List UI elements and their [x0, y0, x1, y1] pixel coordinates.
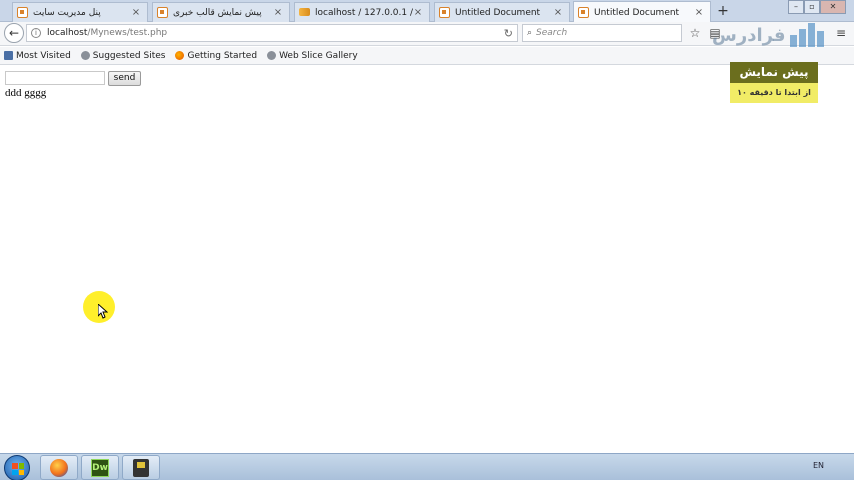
search-icon: ⌕ [527, 28, 533, 38]
tab-untitled-document[interactable]: Untitled Document × [434, 2, 570, 22]
new-tab-button[interactable]: + [716, 3, 730, 19]
bookmark-label: Getting Started [187, 50, 258, 61]
close-icon[interactable]: × [694, 7, 704, 18]
taskbar-firefox[interactable] [40, 455, 78, 480]
bookmark-star-icon[interactable]: ☆ [688, 26, 702, 40]
minimize-icon[interactable]: – [788, 0, 804, 14]
watermark-text: فرادرس [712, 24, 787, 46]
tab-label: localhost / 127.0.0.1 / myn... [315, 7, 413, 18]
reload-icon[interactable]: ↻ [504, 27, 513, 40]
url-path: /Mynews/test.php [87, 28, 168, 38]
folder-icon [4, 51, 13, 60]
search-box[interactable]: ⌕ Search [522, 24, 682, 42]
mouse-cursor-icon [98, 304, 108, 319]
menu-icon[interactable]: ≡ [834, 26, 848, 40]
phpmyadmin-icon [299, 7, 310, 18]
back-button[interactable]: ← [4, 23, 24, 43]
bookmark-most-visited[interactable]: Most Visited [4, 51, 71, 61]
close-icon[interactable]: × [273, 7, 283, 18]
address-bar[interactable]: i localhost/Mynews/test.php ↻ [26, 24, 518, 42]
taskbar: Dw EN [0, 453, 854, 480]
tab-label: پنل مدیریت سایت [33, 7, 101, 18]
firefox-icon [50, 458, 68, 477]
globe-icon [267, 51, 277, 60]
tab-label: Untitled Document [455, 7, 541, 18]
faradars-watermark-logo: فرادرس [712, 18, 834, 52]
tab-untitled-document-active[interactable]: Untitled Document × [573, 1, 711, 23]
bookmark-label: Suggested Sites [92, 50, 166, 61]
window-close-icon[interactable]: ✕ [820, 0, 846, 14]
bookmark-web-slice-gallery[interactable]: Web Slice Gallery [267, 51, 358, 61]
preview-title: پیش نمایش [730, 62, 818, 83]
tab-label: پیش نمایش قالب خبری [173, 7, 262, 18]
firefox-icon [175, 51, 185, 60]
close-icon[interactable]: × [131, 7, 141, 18]
globe-icon [80, 51, 90, 60]
bookmark-getting-started[interactable]: Getting Started [175, 51, 257, 61]
message-input[interactable] [5, 71, 105, 85]
tab-site-admin[interactable]: پنل مدیریت سایت × [12, 2, 148, 22]
html-page-icon [439, 7, 450, 18]
search-placeholder: Search [536, 28, 568, 38]
html-page-icon [17, 7, 28, 18]
html-page-icon [578, 7, 589, 18]
html-page-icon [157, 7, 168, 18]
close-icon[interactable]: × [413, 7, 423, 18]
dreamweaver-icon: Dw [91, 458, 109, 477]
site-info-icon[interactable]: i [31, 28, 41, 38]
url-host: localhost [47, 28, 88, 38]
maximize-icon[interactable]: ▫ [804, 0, 820, 14]
tab-phpmyadmin[interactable]: localhost / 127.0.0.1 / myn... × [294, 2, 430, 22]
taskbar-app[interactable] [122, 455, 160, 480]
start-button[interactable] [4, 455, 30, 480]
page-content: send ddd gggg [0, 66, 854, 453]
tab-news-preview[interactable]: پیش نمایش قالب خبری × [152, 2, 290, 22]
language-indicator[interactable]: EN [813, 461, 824, 470]
app-icon [133, 458, 149, 477]
preview-banner: پیش نمایش از ابتدا تا دقیقه ۱۰ [730, 62, 818, 103]
bookmark-label: Web Slice Gallery [279, 50, 358, 61]
preview-subtitle: از ابتدا تا دقیقه ۱۰ [730, 83, 818, 103]
output-text: ddd gggg [5, 87, 47, 99]
send-button[interactable]: send [108, 71, 141, 86]
windows-logo-icon [12, 463, 24, 475]
bookmark-label: Most Visited [16, 50, 71, 61]
close-icon[interactable]: × [553, 7, 563, 18]
taskbar-dreamweaver[interactable]: Dw [81, 455, 119, 480]
bookmark-suggested-sites[interactable]: Suggested Sites [80, 50, 166, 61]
tab-label: Untitled Document [594, 7, 680, 18]
logo-mark-icon [789, 23, 830, 47]
